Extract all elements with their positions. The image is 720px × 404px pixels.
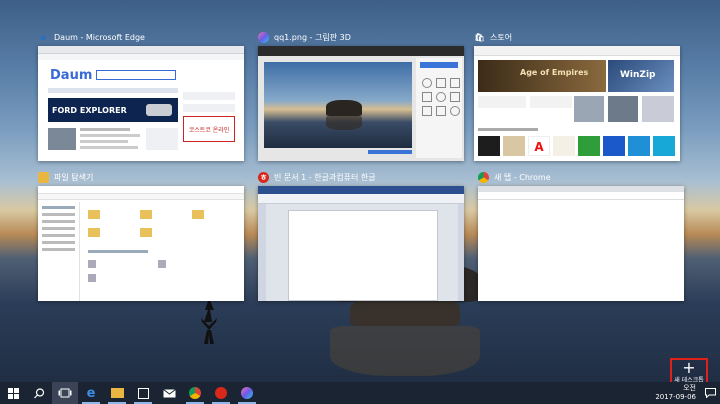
search-button[interactable] bbox=[26, 382, 52, 404]
task-view-icon bbox=[58, 388, 72, 398]
store-icon: 🛍 bbox=[474, 32, 485, 42]
tool-panel bbox=[416, 58, 462, 158]
task-view-button[interactable] bbox=[52, 382, 78, 404]
hwp-icon: ㅎ bbox=[258, 171, 269, 183]
chrome-icon bbox=[189, 387, 201, 399]
taskbar: e 오전 2017-09-06 bbox=[0, 382, 720, 404]
search-icon bbox=[33, 387, 44, 398]
side-panel: 코스트코 온라인 bbox=[183, 92, 235, 154]
window-title-bar: qq1.png - 그림판 3D bbox=[258, 30, 464, 44]
clock-date: 2017-09-06 bbox=[655, 393, 696, 401]
paint3d-icon bbox=[258, 31, 269, 43]
task-window-explorer[interactable]: 파일 탐색기 bbox=[38, 170, 244, 301]
window-thumbnail[interactable] bbox=[258, 186, 464, 301]
hero-banner: Age of Empires bbox=[478, 60, 606, 92]
notification-icon bbox=[704, 388, 716, 398]
canvas-image bbox=[264, 62, 412, 148]
store-icon bbox=[137, 387, 149, 399]
window-title: 파일 탐색기 bbox=[54, 172, 94, 182]
taskbar-store[interactable] bbox=[130, 382, 156, 404]
clock[interactable]: 오전 2017-09-06 bbox=[655, 384, 700, 402]
start-button[interactable] bbox=[0, 382, 26, 404]
system-tray: 오전 2017-09-06 bbox=[655, 382, 720, 404]
window-title-bar: 🛍 스토어 bbox=[474, 30, 680, 44]
winzip-tile: WinZip bbox=[608, 60, 674, 92]
rock-reflection bbox=[330, 326, 480, 376]
window-title-bar: 새 탭 - Chrome bbox=[478, 170, 684, 184]
taskbar-chrome[interactable] bbox=[182, 382, 208, 404]
task-window-store[interactable]: 🛍 스토어 Age of Empires WinZip A bbox=[474, 30, 680, 161]
window-title: 새 탭 - Chrome bbox=[494, 172, 551, 182]
window-title: qq1.png - 그림판 3D bbox=[274, 32, 351, 42]
search-box bbox=[96, 70, 176, 80]
edge-icon: e bbox=[40, 32, 47, 42]
taskbar-edge[interactable]: e bbox=[78, 382, 104, 404]
folder-grid bbox=[88, 210, 204, 219]
window-thumbnail[interactable] bbox=[478, 186, 684, 301]
window-title-bar: 파일 탐색기 bbox=[38, 170, 244, 184]
taskbar-paint3d[interactable] bbox=[234, 382, 260, 404]
folder-icon bbox=[38, 171, 49, 183]
ad-banner: FORD EXPLORER bbox=[48, 98, 178, 122]
task-window-hwp[interactable]: ㅎ 빈 문서 1 - 한글과컴퓨터 한글 bbox=[258, 170, 464, 301]
window-thumbnail[interactable] bbox=[38, 186, 244, 301]
task-window-paint3d[interactable]: qq1.png - 그림판 3D bbox=[258, 30, 464, 161]
windows-logo-icon bbox=[7, 387, 19, 399]
nav-pane bbox=[38, 202, 80, 301]
window-title: Daum - Microsoft Edge bbox=[54, 32, 145, 42]
app-tiles-row: A bbox=[478, 136, 675, 156]
task-window-edge[interactable]: e Daum - Microsoft Edge Daum FORD EXPLOR… bbox=[38, 30, 244, 161]
window-title: 스토어 bbox=[490, 32, 513, 42]
person-silhouette bbox=[201, 298, 217, 344]
edge-icon: e bbox=[86, 385, 96, 401]
document-page bbox=[288, 210, 438, 301]
folder-icon bbox=[110, 388, 124, 398]
chrome-icon bbox=[478, 171, 489, 183]
daum-logo: Daum bbox=[50, 68, 93, 83]
window-title-bar: e Daum - Microsoft Edge bbox=[38, 30, 244, 44]
window-thumbnail[interactable] bbox=[258, 46, 464, 161]
action-center-button[interactable] bbox=[700, 382, 720, 404]
clock-time: 오전 bbox=[683, 384, 696, 392]
window-title: 빈 문서 1 - 한글과컴퓨터 한글 bbox=[274, 172, 376, 182]
mail-icon bbox=[162, 388, 176, 397]
paint3d-icon bbox=[241, 387, 253, 399]
task-window-chrome[interactable]: 새 탭 - Chrome bbox=[478, 170, 684, 301]
plus-icon: + bbox=[682, 357, 696, 377]
window-thumbnail[interactable]: Daum FORD EXPLORER 코스트코 온라인 bbox=[38, 46, 244, 161]
taskbar-mail[interactable] bbox=[156, 382, 182, 404]
window-thumbnail[interactable]: Age of Empires WinZip A bbox=[474, 46, 680, 161]
taskbar-explorer[interactable] bbox=[104, 382, 130, 404]
taskbar-hwp[interactable] bbox=[208, 382, 234, 404]
hwp-icon bbox=[215, 387, 227, 399]
window-title-bar: ㅎ 빈 문서 1 - 한글과컴퓨터 한글 bbox=[258, 170, 464, 184]
